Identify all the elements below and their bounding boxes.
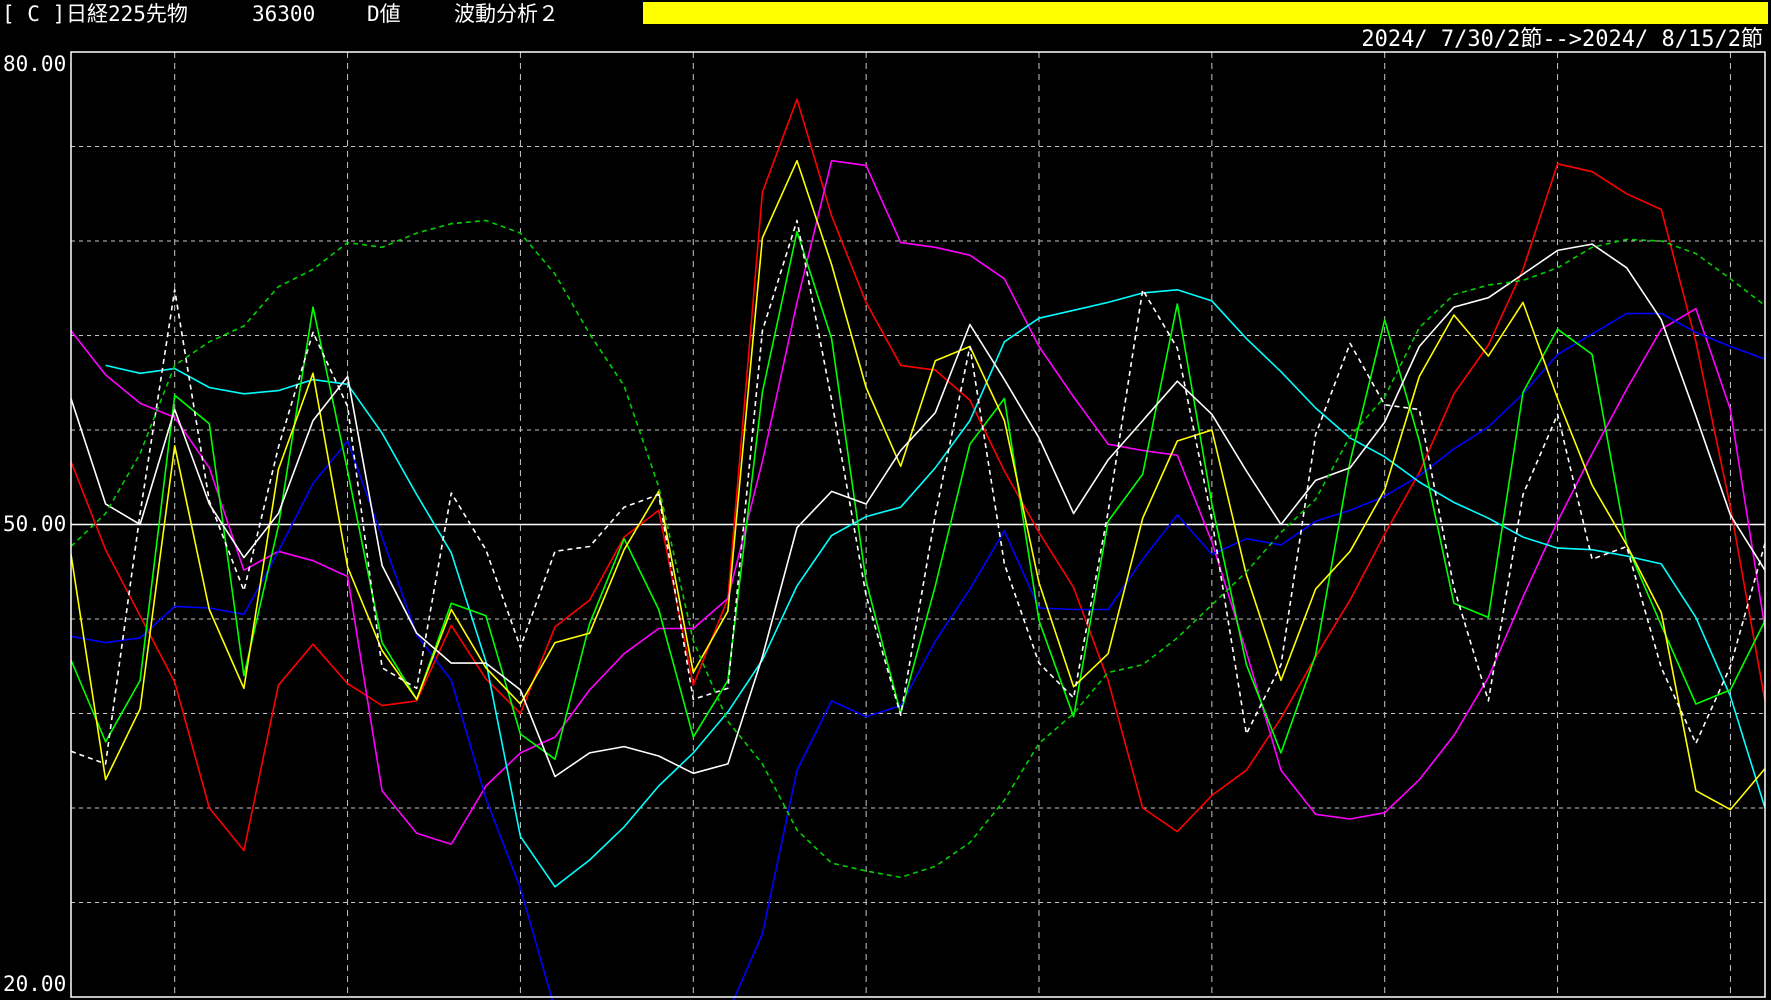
grid-layer [71,52,1765,997]
series-line-8 [70,219,1766,879]
series-layer [70,98,1766,1000]
series-line-2 [70,312,1766,1000]
series-line-6 [70,243,1766,778]
series-line-7 [70,219,1766,765]
line-chart [70,51,1766,1000]
series-line-5 [70,159,1766,811]
series-line-1 [70,159,1766,845]
series-line-4 [70,230,1766,760]
